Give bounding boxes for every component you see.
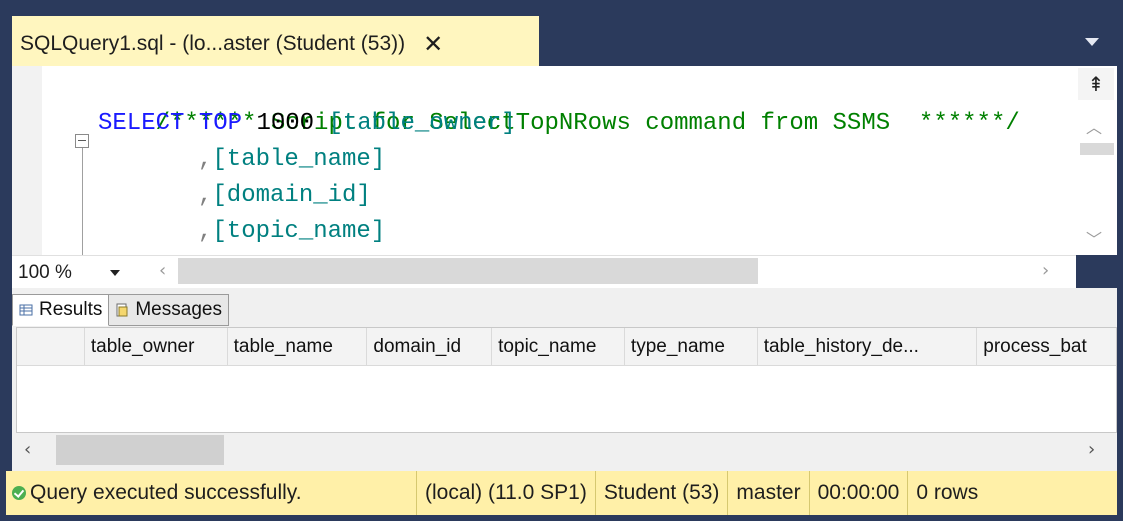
comma: , (198, 218, 213, 245)
tab-results[interactable]: Results (12, 294, 110, 326)
status-message: Query executed successfully. (30, 481, 302, 504)
scroll-right-icon[interactable]: › (1088, 439, 1095, 460)
outline-guide (82, 148, 83, 255)
comma: , (198, 182, 213, 209)
vertical-scroll-thumb[interactable] (1080, 143, 1114, 155)
code-editor[interactable]: /****** Script for SelectTopNRows comman… (12, 66, 1076, 255)
status-elapsed: 00:00:00 (808, 471, 908, 515)
grid-header-row: table_owner table_name domain_id topic_n… (17, 328, 1116, 366)
editor-horizontal-bar: 100 % ‹ › (12, 255, 1076, 288)
zoom-dropdown-icon[interactable] (110, 270, 120, 276)
scroll-up-icon[interactable]: ︿ (1086, 114, 1102, 138)
status-user: Student (53) (594, 471, 728, 515)
status-bar: Query executed successfully. (local) (11… (6, 471, 1117, 515)
code-line-5: ,[topic_name] (198, 214, 385, 250)
scroll-right-icon[interactable]: › (1042, 260, 1049, 281)
grid-scroll-thumb[interactable] (56, 435, 224, 465)
code-line-4: ,[domain_id] (198, 178, 371, 214)
status-database: master (727, 471, 808, 515)
scroll-left-icon[interactable]: ‹ (159, 260, 166, 281)
results-tab-strip: Results Messages (12, 294, 229, 328)
tab-messages[interactable]: Messages (109, 294, 229, 326)
column-header[interactable]: table_history_de... (758, 328, 978, 366)
code-line-1: /****** Script for SelectTopNRows comman… (98, 70, 1020, 137)
code-line-3: ,[table_name] (198, 142, 385, 178)
document-tab-strip: SQLQuery1.sql - (lo...aster (Student (53… (6, 6, 1117, 72)
status-message-area: Query executed successfully. (6, 481, 416, 505)
number-literal: 1000 (256, 110, 315, 137)
column-header[interactable]: domain_id (367, 328, 493, 366)
keyword-select: SELECT (98, 110, 185, 137)
column-header[interactable]: type_name (625, 328, 758, 366)
tab-messages-label: Messages (135, 299, 222, 320)
column-header[interactable]: table_name (228, 328, 368, 366)
comma: , (198, 146, 213, 173)
horizontal-scroll-thumb[interactable] (178, 258, 758, 284)
column-identifier: [table_name] (212, 146, 386, 173)
column-identifier: [domain_id] (212, 182, 371, 209)
zoom-level[interactable]: 100 % (18, 262, 72, 284)
split-window-icon[interactable]: ⇞ (1078, 68, 1114, 100)
grid-horizontal-scrollbar[interactable]: ‹ › (16, 433, 1117, 467)
results-grid[interactable]: table_owner table_name domain_id topic_n… (16, 327, 1117, 433)
collapse-toggle-icon[interactable] (75, 134, 89, 148)
column-header[interactable]: process_bat (977, 328, 1116, 366)
column-header[interactable]: table_owner (85, 328, 228, 366)
code-line-2: SELECT TOP 1000 [table_owner] (98, 106, 516, 142)
success-check-icon (12, 486, 26, 500)
document-tab[interactable]: SQLQuery1.sql - (lo...aster (Student (53… (12, 16, 539, 72)
document-tab-label: SQLQuery1.sql - (lo...aster (Student (53… (20, 32, 406, 55)
tab-results-label: Results (39, 299, 103, 320)
row-header-corner (17, 328, 85, 366)
messages-icon (116, 303, 128, 317)
column-identifier: [topic_name] (212, 218, 386, 245)
editor-gutter (12, 66, 42, 255)
keyword-top: TOP (198, 110, 243, 137)
scroll-left-icon[interactable]: ‹ (24, 439, 31, 460)
grid-icon (19, 304, 33, 316)
status-server: (local) (11.0 SP1) (416, 471, 595, 515)
column-identifier: [table_owner] (328, 110, 516, 137)
status-rows: 0 rows (907, 471, 986, 515)
close-icon[interactable]: ✕ (423, 30, 443, 58)
scroll-down-icon[interactable]: ﹀ (1086, 226, 1102, 250)
column-header[interactable]: topic_name (492, 328, 625, 366)
chevron-down-icon[interactable] (1085, 38, 1099, 46)
